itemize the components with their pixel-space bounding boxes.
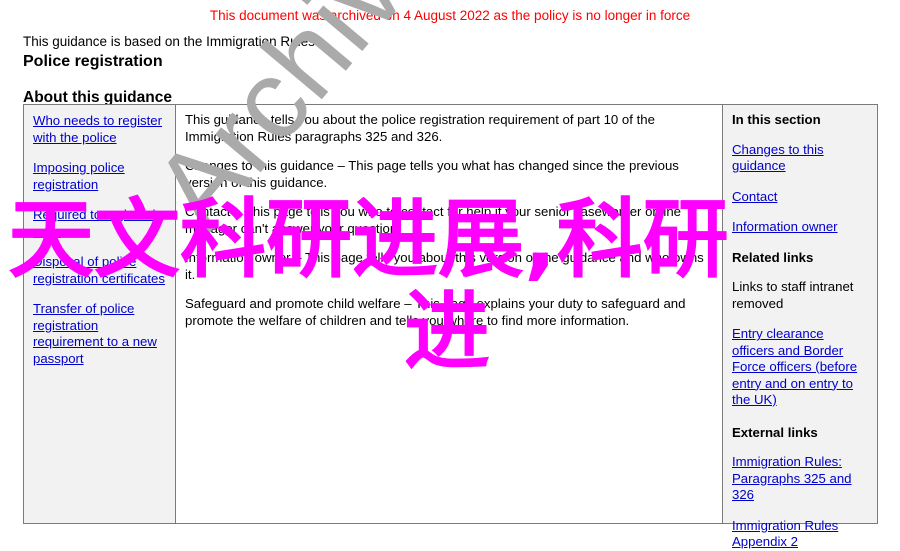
side-links-column: In this section Changes to this guidance… bbox=[723, 105, 877, 549]
heading-related-links: Related links bbox=[732, 249, 814, 265]
paragraph-contact: Contact – This page tells you who to con… bbox=[185, 204, 682, 236]
archive-notice-banner: This document was archived on 4 August 2… bbox=[209, 8, 691, 23]
page-title: Police registration bbox=[23, 53, 163, 70]
related-links-note: Links to staff intranet removed bbox=[732, 279, 854, 311]
nav-link-disposal-of-certificates[interactable]: Disposal of police registration certific… bbox=[33, 254, 166, 287]
side-link-contact[interactable]: Contact bbox=[732, 189, 869, 206]
paragraph-changes-to-this-guidance: Changes to this guidance – This page tel… bbox=[185, 158, 679, 190]
side-link-entry-clearance-officers[interactable]: Entry clearance officers and Border Forc… bbox=[732, 326, 869, 409]
contents-nav-column: Who needs to register with the police Im… bbox=[24, 105, 176, 523]
nav-link-transfer-to-new-passport[interactable]: Transfer of police registration requirem… bbox=[33, 301, 166, 367]
side-link-information-owner[interactable]: Information owner bbox=[732, 219, 869, 236]
paragraph-information-owner: Information owner – This page tells you … bbox=[185, 250, 704, 282]
side-link-changes-to-this-guidance[interactable]: Changes to this guidance bbox=[732, 142, 869, 175]
paragraph-safeguard-child-welfare: Safeguard and promote child welfare – Th… bbox=[185, 296, 686, 328]
document-page: This document was archived on 4 August 2… bbox=[0, 0, 900, 549]
heading-in-this-section: In this section bbox=[732, 112, 821, 127]
guidance-basis-line: This guidance is based on the Immigratio… bbox=[23, 34, 315, 49]
paragraph-about-guidance: This guidance tells you about the police… bbox=[185, 112, 655, 144]
side-link-immigration-rules-appendix-2[interactable]: Immigration Rules Appendix 2 bbox=[732, 518, 869, 551]
nav-link-who-needs-to-register[interactable]: Who needs to register with the police bbox=[33, 113, 166, 146]
nav-link-imposing-police-registration[interactable]: Imposing police registration bbox=[33, 160, 166, 193]
heading-external-links: External links bbox=[732, 424, 818, 440]
main-content-column: This guidance tells you about the police… bbox=[176, 105, 723, 523]
side-link-immigration-rules-paragraphs[interactable]: Immigration Rules: Paragraphs 325 and 32… bbox=[732, 454, 869, 504]
guidance-table: Who needs to register with the police Im… bbox=[23, 104, 878, 549]
nav-link-required-to-register-in-error[interactable]: Required to register in error bbox=[33, 207, 166, 240]
